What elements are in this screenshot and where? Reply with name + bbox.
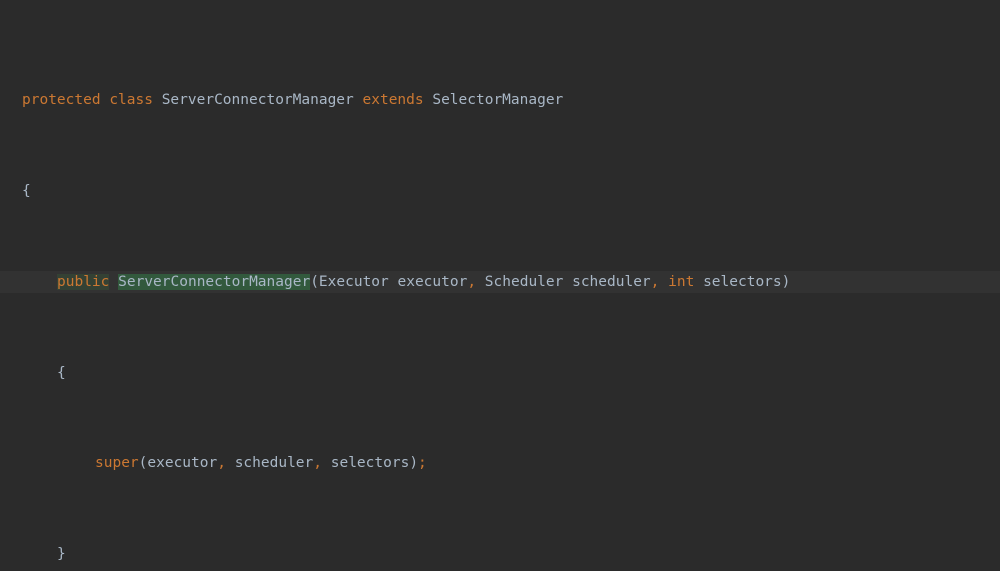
class-name: ServerConnectorManager [162,92,354,108]
code-line: protected class ServerConnectorManager e… [0,89,1000,112]
code-editor[interactable]: protected class ServerConnectorManager e… [0,0,1000,571]
comma: , [651,274,660,290]
constructor-name: ServerConnectorManager [118,274,310,290]
code-line: { [0,180,1000,203]
code: selectors) [322,455,418,471]
keyword: super [95,455,139,471]
code-line: } [0,543,1000,566]
comma: , [467,274,476,290]
keyword: int [668,274,694,290]
brace: { [22,183,31,199]
keyword: public [57,274,109,290]
keyword: extends [363,92,424,108]
brace: { [57,365,66,381]
code-line: super(executor, scheduler, selectors); [0,452,1000,475]
keyword: class [109,92,153,108]
comma: , [217,455,226,471]
code-line-highlighted: public ServerConnectorManager(Executor e… [0,271,1000,294]
params: (Executor executor [310,274,467,290]
comma: , [313,455,322,471]
params: Scheduler scheduler [476,274,651,290]
params: selectors) [694,274,790,290]
code: scheduler [226,455,313,471]
keyword: protected [22,92,101,108]
code: (executor [139,455,218,471]
code-line: { [0,362,1000,385]
superclass-name: SelectorManager [432,92,563,108]
semicolon: ; [418,455,427,471]
brace: } [57,546,66,562]
